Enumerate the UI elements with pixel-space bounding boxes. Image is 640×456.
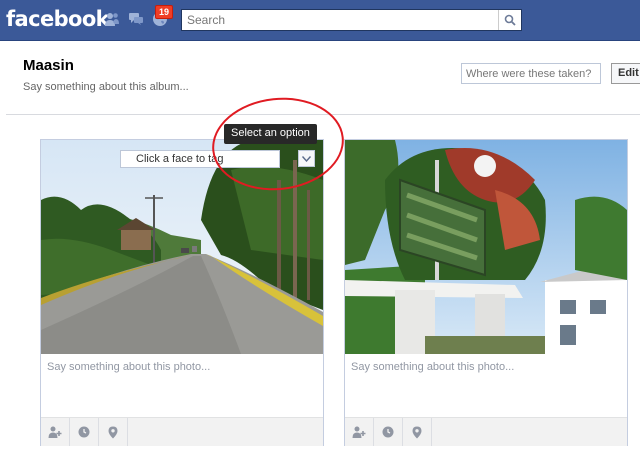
album-title[interactable]: Maasin — [23, 57, 74, 74]
location-button[interactable] — [99, 418, 128, 446]
photo-actions-bar — [41, 417, 323, 446]
location-pin-icon — [412, 426, 422, 438]
tag-person-icon — [352, 426, 366, 438]
location-pin-icon — [108, 426, 118, 438]
location-input[interactable] — [461, 63, 601, 84]
notification-count-badge: 19 — [155, 5, 174, 19]
friend-requests-icon[interactable] — [104, 11, 120, 27]
clock-icon — [78, 426, 90, 438]
messages-icon[interactable] — [128, 11, 144, 27]
tag-person-button[interactable] — [345, 418, 374, 446]
photo-caption-field[interactable]: Say something about this photo... — [47, 361, 210, 373]
date-button[interactable] — [374, 418, 403, 446]
facebook-logo[interactable]: facebook — [6, 7, 110, 31]
search-icon — [504, 14, 516, 26]
clock-icon — [382, 426, 394, 438]
location-button[interactable] — [403, 418, 432, 446]
edit-button[interactable]: Edit — [611, 63, 640, 84]
tag-person-icon — [48, 426, 62, 438]
album-description-field[interactable]: Say something about this album... — [23, 81, 189, 93]
date-button[interactable] — [70, 418, 99, 446]
tag-person-button[interactable] — [41, 418, 70, 446]
photo-card: Say something about this photo... — [344, 139, 628, 446]
photo-caption-field[interactable]: Say something about this photo... — [351, 361, 514, 373]
top-bar: facebook 19 — [0, 0, 640, 41]
photo-welcome-arch[interactable] — [345, 140, 627, 354]
search-bar — [181, 9, 522, 31]
search-input[interactable] — [187, 11, 497, 29]
search-button[interactable] — [498, 10, 521, 30]
photo-actions-bar — [345, 417, 627, 446]
